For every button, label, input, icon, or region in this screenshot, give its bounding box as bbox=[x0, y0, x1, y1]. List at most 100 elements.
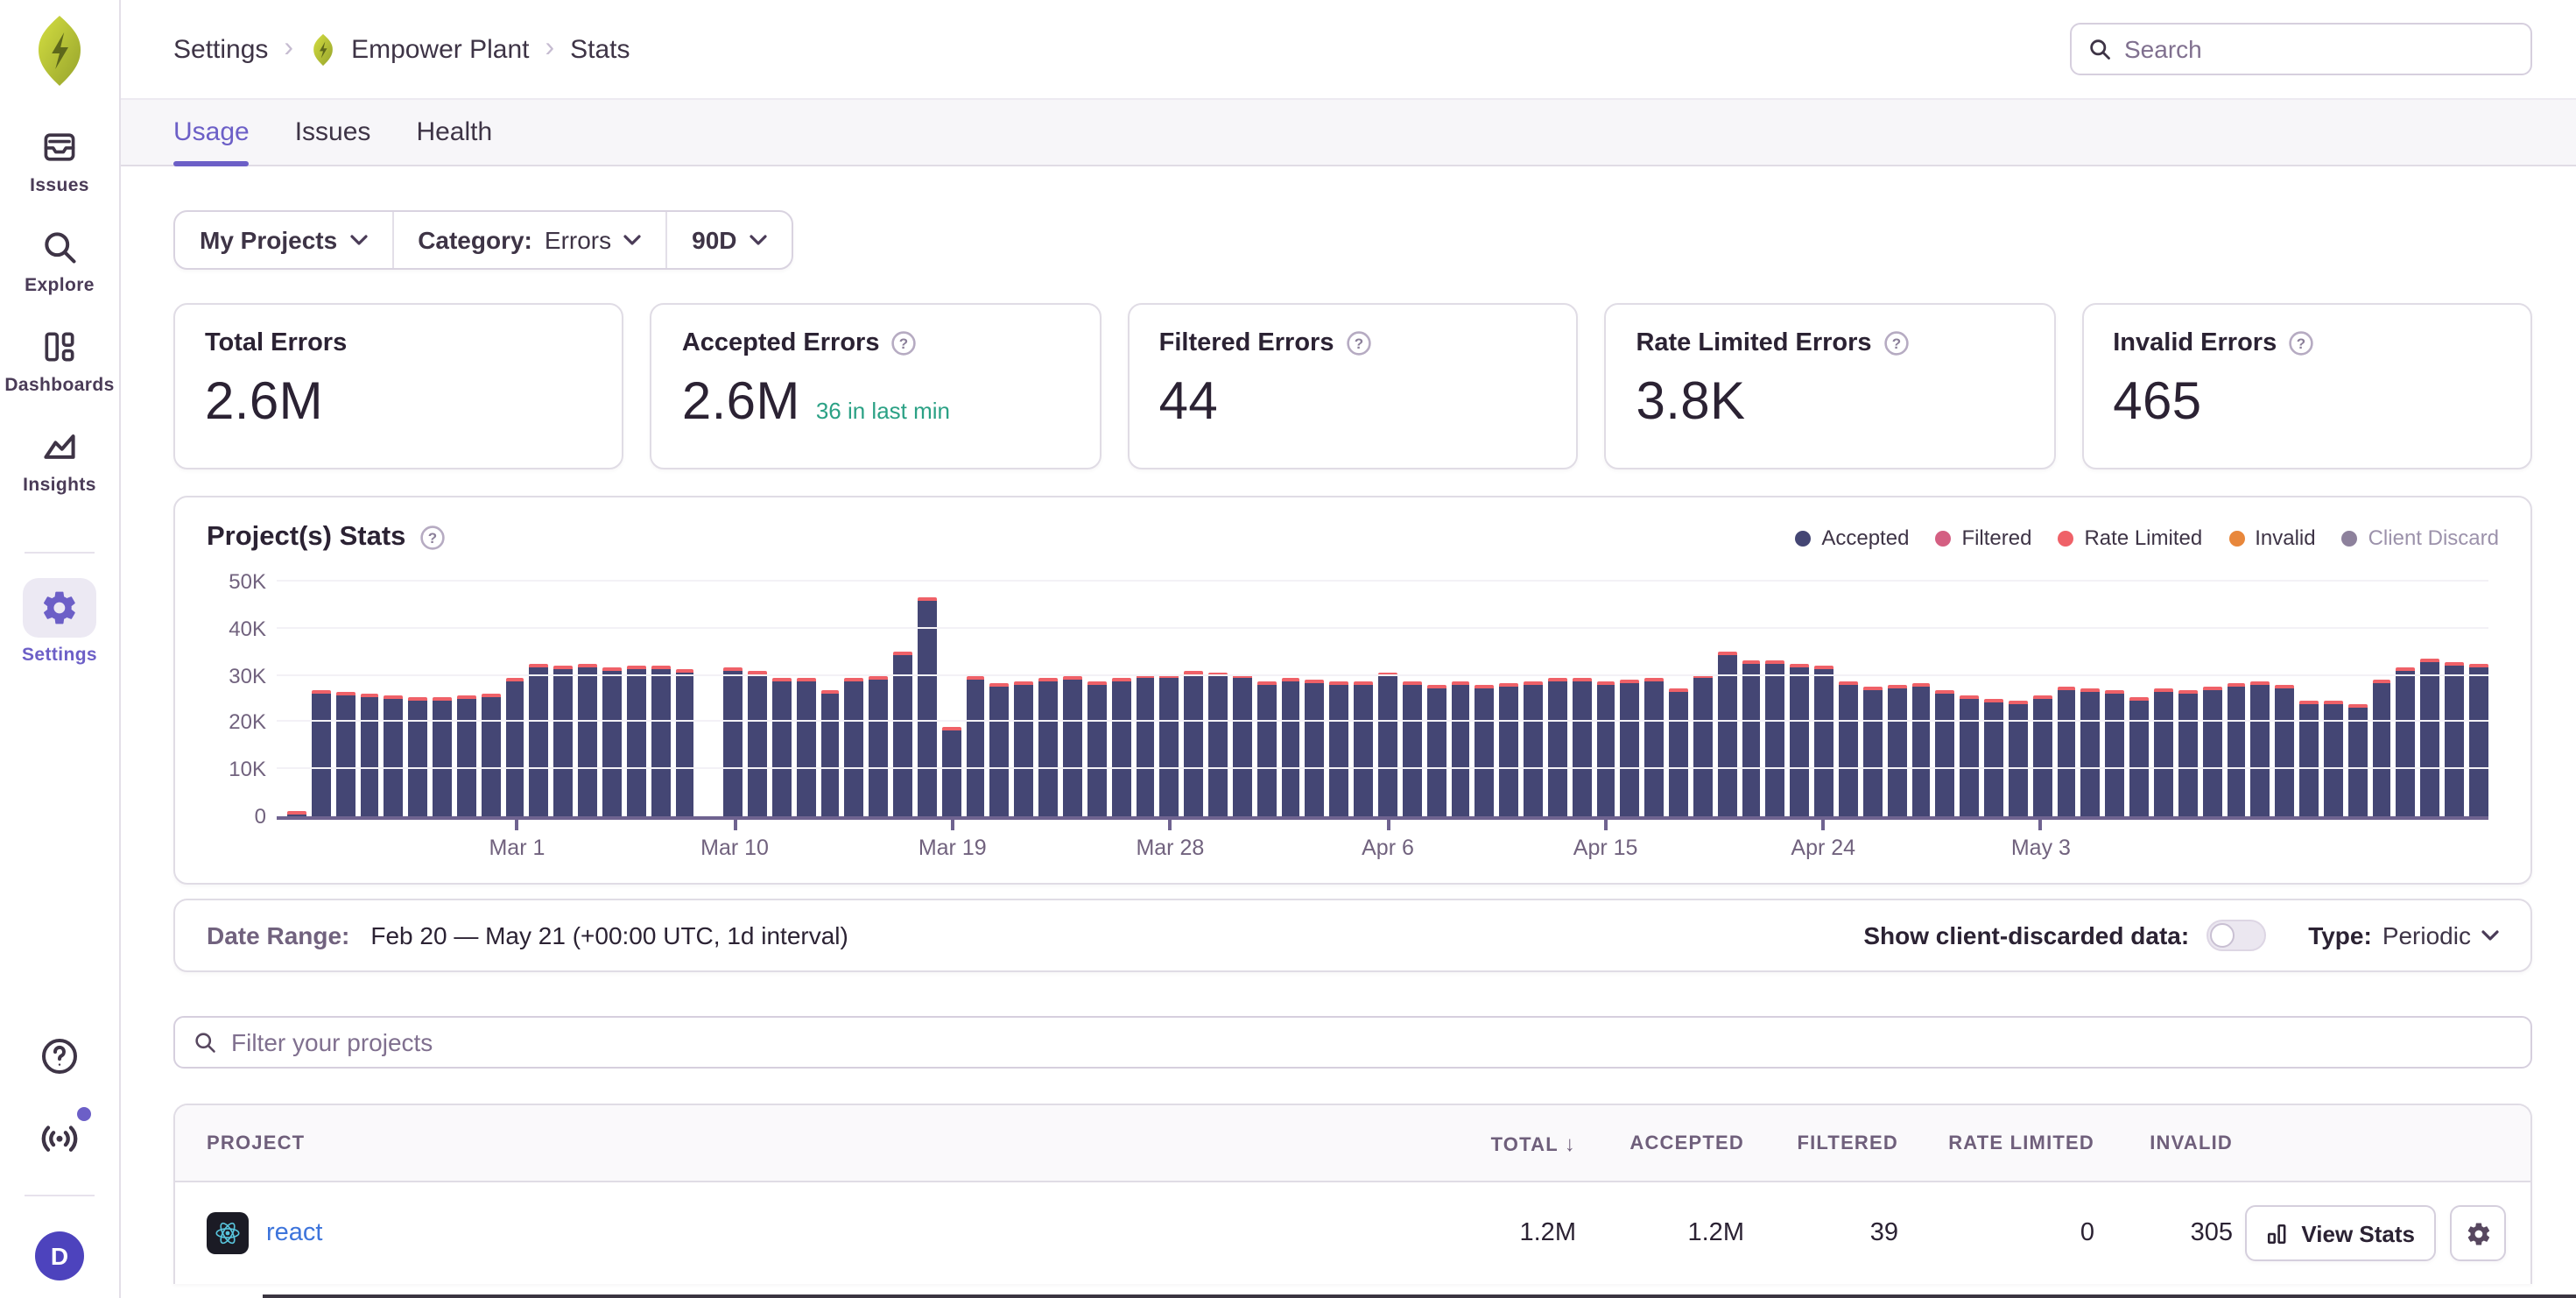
legend-item[interactable]: Client Discard bbox=[2342, 526, 2499, 550]
view-stats-button[interactable]: View Stats bbox=[2245, 1205, 2436, 1261]
chart-bar bbox=[1693, 675, 1713, 816]
x-axis-tick bbox=[1386, 820, 1390, 830]
legend-item[interactable]: Accepted bbox=[1795, 526, 1909, 550]
project-filter-search[interactable] bbox=[173, 1016, 2532, 1069]
chart-bar bbox=[554, 666, 574, 816]
type-dropdown[interactable]: Type: Periodic bbox=[2308, 921, 2499, 949]
project-filter-input[interactable] bbox=[231, 1028, 2513, 1056]
category-filter-dropdown[interactable]: Category: Errors bbox=[391, 212, 665, 268]
help-button[interactable] bbox=[37, 1033, 82, 1079]
chart-bar bbox=[1863, 687, 1883, 816]
chart-bar bbox=[1208, 673, 1228, 816]
chart-bar bbox=[2154, 689, 2173, 816]
project-filter-label: My Projects bbox=[200, 226, 337, 254]
column-rate-limited[interactable]: RATE LIMITED bbox=[1898, 1132, 2094, 1153]
chart-bar bbox=[990, 683, 1010, 816]
sidebar-item-issues[interactable]: Issues bbox=[30, 126, 89, 196]
info-icon[interactable] bbox=[891, 331, 916, 356]
column-accepted[interactable]: ACCEPTED bbox=[1576, 1132, 1744, 1153]
user-avatar[interactable]: D bbox=[35, 1231, 84, 1280]
card-title: Rate Limited Errors bbox=[1636, 329, 1871, 357]
chart-bar bbox=[1111, 678, 1130, 816]
sidebar-item-dashboards[interactable]: Dashboards bbox=[4, 326, 114, 396]
chart-bar bbox=[505, 679, 524, 816]
legend-label: Invalid bbox=[2255, 526, 2315, 550]
sidebar-item-label: Settings bbox=[22, 645, 97, 666]
info-icon[interactable] bbox=[419, 526, 444, 550]
chart-bar bbox=[1911, 682, 1931, 816]
info-icon[interactable] bbox=[2289, 331, 2313, 356]
card-title: Accepted Errors bbox=[682, 329, 880, 357]
chevron-down-icon bbox=[750, 234, 767, 246]
sidebar-item-settings[interactable]: Settings bbox=[22, 578, 97, 666]
legend-item[interactable]: Filtered bbox=[1935, 526, 2031, 550]
chart-bar bbox=[1136, 675, 1155, 816]
period-filter-dropdown[interactable]: 90D bbox=[665, 212, 791, 268]
chart-bar bbox=[1621, 680, 1640, 816]
chart-bar bbox=[287, 811, 306, 816]
chart-bar bbox=[2033, 695, 2052, 816]
chart-bar bbox=[1184, 671, 1203, 816]
project-link[interactable]: react bbox=[266, 1219, 323, 1247]
card-title: Invalid Errors bbox=[2113, 329, 2277, 357]
chart-bar bbox=[651, 666, 670, 816]
chart-bar bbox=[675, 669, 694, 816]
info-icon[interactable] bbox=[1884, 331, 1909, 356]
chart-bar bbox=[1766, 661, 1785, 816]
x-axis-tick bbox=[733, 820, 736, 830]
tab-issues[interactable]: Issues bbox=[295, 100, 371, 165]
tab-bar: Usage Issues Health bbox=[121, 98, 2576, 166]
breadcrumb: Settings › Empower Plant › Stats bbox=[173, 32, 630, 66]
chart-bar bbox=[1791, 664, 1810, 816]
top-bar: Settings › Empower Plant › Stats bbox=[121, 0, 2576, 98]
legend-item[interactable]: Rate Limited bbox=[2058, 526, 2202, 550]
chart-legend: Accepted Filtered Rate Limited Invalid Clien… bbox=[1795, 526, 2499, 550]
org-logo-icon[interactable] bbox=[32, 14, 88, 88]
sidebar-item-insights[interactable]: Insights bbox=[23, 426, 96, 496]
search-input[interactable] bbox=[2124, 35, 2515, 63]
insights-icon bbox=[39, 426, 81, 468]
project-settings-button[interactable] bbox=[2450, 1205, 2506, 1261]
sidebar-item-explore[interactable]: Explore bbox=[25, 226, 95, 296]
gridline bbox=[277, 721, 2488, 723]
card-value: 2.6M bbox=[682, 373, 800, 433]
chart-bar bbox=[1257, 682, 1277, 816]
breadcrumb-settings[interactable]: Settings bbox=[173, 34, 268, 64]
chart-bar bbox=[578, 665, 597, 816]
chevron-right-icon: › bbox=[284, 33, 293, 65]
chart-bar bbox=[2009, 701, 2028, 816]
info-icon[interactable] bbox=[1346, 331, 1370, 356]
sidebar: Issues Explore Dashboard bbox=[0, 0, 121, 1298]
cut-off-content-edge bbox=[263, 1294, 2576, 1298]
y-axis-label: 0 bbox=[207, 802, 266, 830]
projects-table: PROJECT TOTAL ↓ ACCEPTED FILTERED RATE L… bbox=[173, 1104, 2532, 1284]
legend-dot-icon bbox=[1935, 530, 1951, 546]
x-axis-tick bbox=[951, 820, 954, 830]
column-total[interactable]: TOTAL ↓ bbox=[1348, 1131, 1576, 1155]
column-invalid[interactable]: INVALID bbox=[2094, 1132, 2233, 1153]
main-area: Settings › Empower Plant › Stats Usage I… bbox=[121, 0, 2576, 1298]
global-search[interactable] bbox=[2070, 23, 2532, 75]
chart-bar bbox=[1548, 679, 1567, 816]
breadcrumb-org[interactable]: Empower Plant bbox=[351, 34, 529, 64]
content: My Projects Category: Errors 90D Total E… bbox=[121, 166, 2576, 1298]
chart-bar bbox=[1596, 681, 1615, 816]
sidebar-divider bbox=[25, 552, 95, 554]
stacked-bar-chart: Mar 1Mar 10Mar 19Mar 28Apr 6Apr 15Apr 24… bbox=[207, 561, 2499, 876]
x-axis-label: Apr 15 bbox=[1573, 836, 1638, 860]
tab-usage[interactable]: Usage bbox=[173, 100, 250, 165]
app-root: Issues Explore Dashboard bbox=[0, 0, 2576, 1298]
legend-item[interactable]: Invalid bbox=[2228, 526, 2315, 550]
column-filtered[interactable]: FILTERED bbox=[1744, 1132, 1898, 1153]
tab-health[interactable]: Health bbox=[416, 100, 492, 165]
client-discard-toggle[interactable] bbox=[2206, 920, 2266, 951]
project-filter-dropdown[interactable]: My Projects bbox=[175, 212, 391, 268]
chart-bar bbox=[1960, 695, 1979, 816]
x-axis-label: Mar 28 bbox=[1136, 836, 1204, 860]
chart-bar bbox=[1015, 681, 1034, 816]
broadcast-button[interactable] bbox=[37, 1114, 82, 1160]
date-range-value: Feb 20 — May 21 (+00:00 UTC, 1d interval… bbox=[370, 921, 848, 949]
column-project[interactable]: PROJECT bbox=[175, 1132, 1348, 1153]
chart-bar bbox=[2178, 690, 2198, 816]
dashboards-icon bbox=[39, 326, 81, 368]
